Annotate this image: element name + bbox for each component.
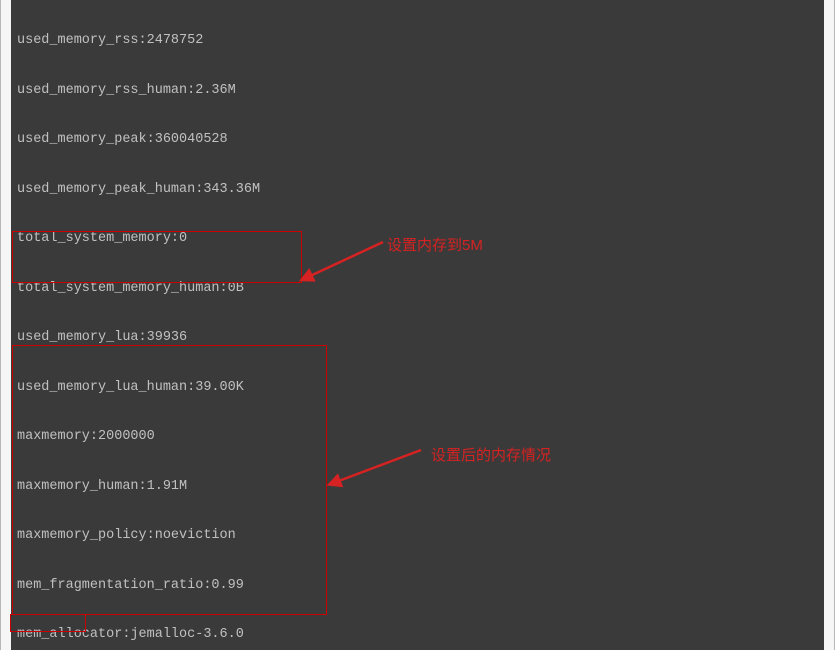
terminal-line: maxmemory_human:1.91M: [17, 479, 818, 496]
annotation-after-memory: 设置后的内存情况: [431, 444, 551, 465]
terminal-line: used_memory_peak_human:343.36M: [17, 182, 818, 199]
terminal-line: used_memory_lua_human:39.00K: [17, 380, 818, 397]
terminal-line: mem_allocator:jemalloc-3.6.0: [17, 627, 818, 644]
terminal-line: total_system_memory_human:0B: [17, 281, 818, 298]
terminal-line: used_memory_peak:360040528: [17, 132, 818, 149]
terminal-line: used_memory_rss:2478752: [17, 33, 818, 50]
terminal-line: maxmemory_policy:noeviction: [17, 528, 818, 545]
terminal[interactable]: used_memory_rss:2478752 used_memory_rss_…: [11, 0, 824, 650]
annotation-set-memory: 设置内存到5M: [387, 234, 483, 255]
terminal-line: used_memory_lua:39936: [17, 330, 818, 347]
terminal-line: mem_fragmentation_ratio:0.99: [17, 578, 818, 595]
page-container: used_memory_rss:2478752 used_memory_rss_…: [0, 0, 835, 650]
terminal-line: maxmemory:2000000: [17, 429, 818, 446]
terminal-line: used_memory_rss_human:2.36M: [17, 83, 818, 100]
